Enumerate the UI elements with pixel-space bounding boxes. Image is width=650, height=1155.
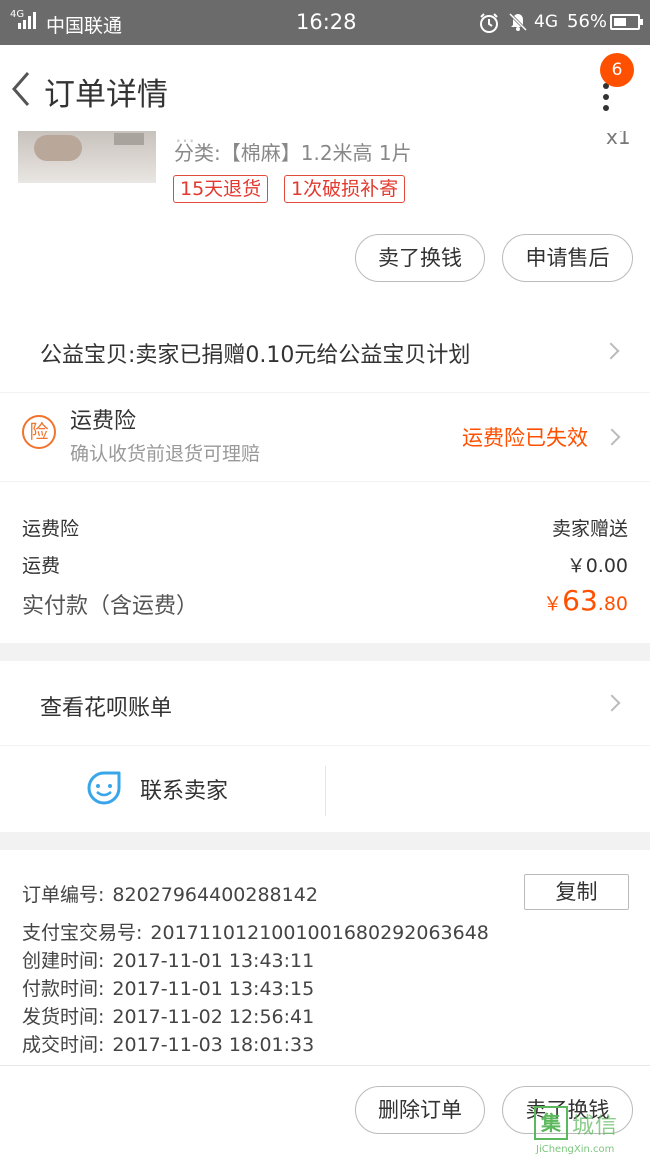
more-icon[interactable] [598,83,614,119]
apply-aftersale-button[interactable]: 申请售后 [502,234,633,282]
service-tag-damage: 1次破损补寄 [284,175,406,203]
total-label: 实付款（含运费） [22,594,199,619]
fee-summary: 运费险 卖家赠送 运费 ￥0.00 实付款（含运费） ￥63.80 [0,482,650,643]
completed-time: 成交时间: 2017-11-03 18:01:33 [22,1034,315,1056]
page-title: 订单详情 [44,77,168,113]
order-number: 订单编号: 82027964400288142 [22,884,318,906]
watermark-logo: 集 城信 JiChengXin.com [534,1106,650,1155]
total-currency: ￥ [543,593,563,615]
insurance-title: 运费险 [70,409,137,434]
status-bar: 4G 中国联通 16:28 4G 56% [0,0,650,45]
alipay-number: 支付宝交易号: 2017110121001001680292063648 [22,922,489,944]
paid-time: 付款时间: 2017-11-01 13:43:15 [22,978,315,1000]
carrier-name: 中国联通 [46,15,123,37]
product-sku: 分类:【棉麻】1.2米高 1片 [174,141,412,165]
alarm-icon [480,13,498,33]
insurance-status: 运费险已失效 [462,426,588,450]
watermark-box: 集 [534,1106,568,1140]
watermark-en: JiChengXin.com [536,1144,615,1155]
battery-percent: 56% [567,11,608,32]
insurance-fee-label: 运费险 [22,518,80,540]
charity-label: 公益宝贝:卖家已捐赠0.10元给公益宝贝计划 [40,343,471,368]
shipping-fee-value: ￥0.00 [566,555,628,577]
clock: 16:28 [296,10,357,34]
divider [325,766,326,816]
contact-seller-button[interactable]: 联系卖家 [140,773,228,805]
battery-icon [610,14,643,30]
huabei-label: 查看花呗账单 [40,696,173,721]
chevron-right-icon [603,694,621,712]
total-integer: 63 [562,584,598,617]
chevron-right-icon [603,428,621,446]
total-decimal: .80 [597,593,628,615]
charity-row[interactable]: 公益宝贝:卖家已捐赠0.10元给公益宝贝计划 [0,304,650,392]
copy-button[interactable]: 复制 [524,874,629,910]
notification-badge: 6 [600,53,634,87]
product-quantity: x1 [606,131,631,149]
created-time: 创建时间: 2017-11-01 13:43:11 [22,950,315,972]
bell-muted-icon [508,12,528,32]
delete-order-button[interactable]: 删除订单 [355,1086,485,1134]
chevron-right-icon [602,342,620,360]
chat-smile-icon[interactable] [86,770,122,806]
total-amount: ￥63.80 [543,584,628,617]
insurance-fee-value: 卖家赠送 [551,518,628,540]
service-tag-return: 15天退货 [173,175,269,203]
back-icon[interactable] [8,69,34,109]
watermark-cn: 城信 [572,1114,619,1139]
contact-bar: 联系卖家 [0,746,650,832]
product-thumbnail[interactable] [18,131,156,183]
header: 订单详情 6 [0,45,650,131]
sell-for-money-button[interactable]: 卖了换钱 [355,234,485,282]
network-type: 4G [534,12,558,32]
goods-card: … x1 分类:【棉麻】1.2米高 1片 15天退货 1次破损补寄 卖了换钱 申… [0,131,650,304]
order-info: 订单编号: 82027964400288142 复制 支付宝交易号: 2017110… [0,850,650,1065]
shipping-insurance-row[interactable]: 险 运费险 确认收货前退货可理赔 运费险已失效 [0,393,650,481]
insurance-subtitle: 确认收货前退货可理赔 [70,443,261,465]
signal-icon [18,12,36,29]
shipped-time: 发货时间: 2017-11-02 12:56:41 [22,1006,315,1028]
shipping-fee-label: 运费 [22,555,61,577]
insurance-icon: 险 [22,415,56,449]
huabei-bill-row[interactable]: 查看花呗账单 [0,661,650,745]
